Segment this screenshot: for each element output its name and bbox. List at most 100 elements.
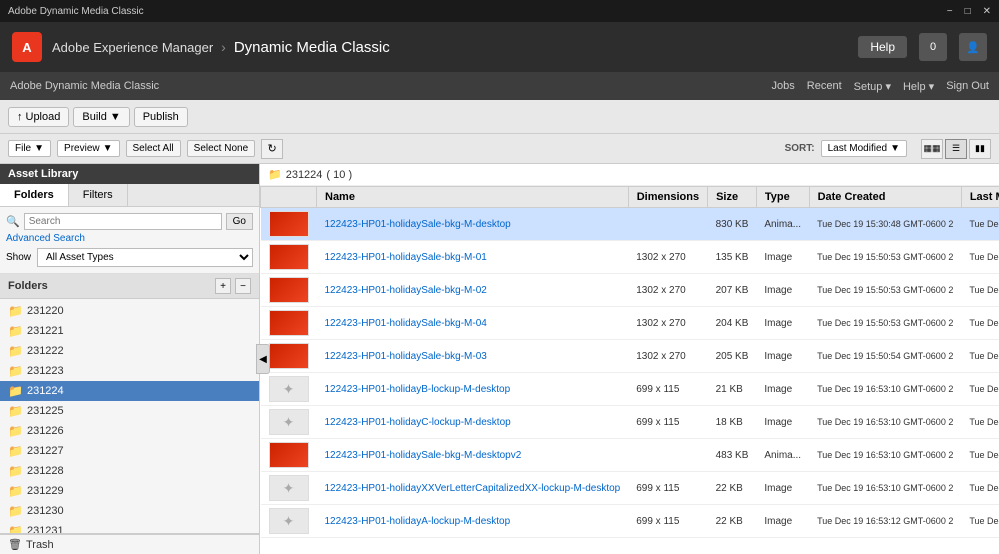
col-date-created[interactable]: Date Created <box>809 187 961 208</box>
asset-name[interactable]: 122423-HP01-holidaySale-bkg-M-desktopv2 <box>317 439 629 472</box>
asset-name[interactable]: 122423-HP01-holidaySale-bkg-M-03 <box>317 340 629 373</box>
table-row[interactable]: ✦122423-HP01-holidayB-lockup-M-desktop69… <box>261 373 999 406</box>
minimize-btn[interactable]: − <box>947 6 953 17</box>
sort-dropdown[interactable]: Last Modified ▼ <box>821 140 907 157</box>
asset-type-dropdown[interactable]: All Asset Types <box>37 248 253 267</box>
folder-item-231228[interactable]: 📁 231228 <box>0 461 259 481</box>
add-folder-btn[interactable]: + <box>215 278 231 294</box>
asset-name[interactable]: 122423-HP01-holidaySale-bkg-M-01 <box>317 241 629 274</box>
folder-item-231231[interactable]: 📁 231231 <box>0 521 259 533</box>
folder-item-231220[interactable]: 📁 231220 <box>0 301 259 321</box>
folder-name: 231228 <box>27 465 64 477</box>
asset-name[interactable]: 122423-HP01-holidayXXVerLetterCapitalize… <box>317 472 629 505</box>
nav-setup[interactable]: Setup ▾ <box>854 80 891 93</box>
list-view-btn[interactable]: ☰ <box>945 139 967 159</box>
upload-button[interactable]: ↑ Upload <box>8 107 69 127</box>
asset-name-link[interactable]: 122423-HP01-holidaySale-bkg-M-02 <box>325 285 487 296</box>
col-type[interactable]: Type <box>756 187 809 208</box>
folder-icon: 📁 <box>8 384 23 398</box>
col-last-modified[interactable]: Last Modified <box>961 187 999 208</box>
grid-view-btn[interactable]: ▦▦ <box>921 139 943 159</box>
breadcrumb-first[interactable]: Adobe Experience Manager <box>52 40 213 55</box>
col-dimensions[interactable]: Dimensions <box>628 187 707 208</box>
file-dropdown[interactable]: File ▼ <box>8 140 51 157</box>
table-row[interactable]: 122423-HP01-holidaySale-bkg-M-041302 x 2… <box>261 307 999 340</box>
asset-name-link[interactable]: 122423-HP01-holidayB-lockup-M-desktop <box>325 384 511 395</box>
asset-name-link[interactable]: 122423-HP01-holidaySale-bkg-M-03 <box>325 351 487 362</box>
select-none-button[interactable]: Select None <box>187 140 255 157</box>
tab-folders[interactable]: Folders <box>0 184 69 206</box>
trash-icon: 🗑 <box>8 538 22 551</box>
build-button[interactable]: Build ▼ <box>73 107 129 127</box>
asset-name-link[interactable]: 122423-HP01-holidayXXVerLetterCapitalize… <box>325 483 621 494</box>
asset-size: 135 KB <box>708 241 757 274</box>
folder-item-231221[interactable]: 📁 231221 <box>0 321 259 341</box>
folder-item-231223[interactable]: 📁 231223 <box>0 361 259 381</box>
help-button[interactable]: Help <box>858 36 907 58</box>
table-row[interactable]: ✦122423-HP01-holidayC-lockup-M-desktop69… <box>261 406 999 439</box>
nav-signout[interactable]: Sign Out <box>946 80 989 93</box>
asset-date-created: Tue Dec 19 16:53:10 GMT-0600 2 <box>809 406 961 439</box>
folder-item-231227[interactable]: 📁 231227 <box>0 441 259 461</box>
folder-item-231226[interactable]: 📁 231226 <box>0 421 259 441</box>
search-icon: 🔍 <box>6 215 20 228</box>
asset-name-link[interactable]: 122423-HP01-holidaySale-bkg-M-01 <box>325 252 487 263</box>
sidebar-footer: 🗑 Trash <box>0 533 259 554</box>
search-input[interactable] <box>29 216 217 227</box>
search-go-button[interactable]: Go <box>226 213 253 230</box>
asset-date-created: Tue Dec 19 16:53:10 GMT-0600 2 <box>809 439 961 472</box>
nav-recent[interactable]: Recent <box>807 80 842 93</box>
trash-item[interactable]: 🗑 Trash <box>0 534 259 554</box>
asset-thumb-cell <box>261 439 317 472</box>
table-row[interactable]: 122423-HP01-holidaySale-bkg-M-031302 x 2… <box>261 340 999 373</box>
advanced-search-link[interactable]: Advanced Search <box>6 230 253 244</box>
asset-name[interactable]: 122423-HP01-holidaySale-bkg-M-02 <box>317 274 629 307</box>
asset-name-link[interactable]: 122423-HP01-holidaySale-bkg-M-04 <box>325 318 487 329</box>
sidebar-collapse-btn[interactable]: ◀ <box>256 344 270 374</box>
col-name[interactable]: Name <box>317 187 629 208</box>
folder-item-231224[interactable]: 📁 231224 <box>0 381 259 401</box>
folder-name: 231224 <box>27 385 64 397</box>
col-size[interactable]: Size <box>708 187 757 208</box>
folder-name: 231225 <box>27 405 64 417</box>
asset-name[interactable]: 122423-HP01-holidaySale-bkg-M-04 <box>317 307 629 340</box>
select-all-button[interactable]: Select All <box>126 140 181 157</box>
asset-name[interactable]: 122423-HP01-holidaySale-bkg-M-desktop <box>317 208 629 241</box>
folder-item-231230[interactable]: 📁 231230 <box>0 501 259 521</box>
nav-help[interactable]: Help ▾ <box>903 80 934 93</box>
asset-name-link[interactable]: 122423-HP01-holidaySale-bkg-M-desktopv2 <box>325 450 522 461</box>
table-row[interactable]: 122423-HP01-holidaySale-bkg-M-desktop 830… <box>261 208 999 241</box>
table-row[interactable]: ✦122423-HP01-holidayXXVerLetterCapitaliz… <box>261 472 999 505</box>
asset-name-link[interactable]: 122423-HP01-holidaySale-bkg-M-desktop <box>325 219 511 230</box>
asset-size: 830 KB <box>708 208 757 241</box>
refresh-button[interactable]: ↻ <box>261 139 283 159</box>
restore-btn[interactable]: □ <box>965 6 971 17</box>
preview-dropdown[interactable]: Preview ▼ <box>57 140 119 157</box>
asset-last-modified: Tue Dec 19 15:50:53 GMT-0600 2023 <box>961 307 999 340</box>
notification-icon[interactable]: 0 <box>919 33 947 61</box>
asset-size: 207 KB <box>708 274 757 307</box>
remove-folder-btn[interactable]: − <box>235 278 251 294</box>
nav-jobs[interactable]: Jobs <box>772 80 795 93</box>
folder-item-231225[interactable]: 📁 231225 <box>0 401 259 421</box>
asset-thumb-cell: ✦ <box>261 373 317 406</box>
folder-item-231222[interactable]: 📁 231222 <box>0 341 259 361</box>
user-icon[interactable]: 👤 <box>959 33 987 61</box>
folder-item-231229[interactable]: 📁 231229 <box>0 481 259 501</box>
asset-name[interactable]: 122423-HP01-holidayA-lockup-M-desktop <box>317 505 629 538</box>
asset-name-link[interactable]: 122423-HP01-holidayA-lockup-M-desktop <box>325 516 511 527</box>
window-controls: − □ ✕ <box>947 6 991 17</box>
sort-value: Last Modified <box>828 143 887 154</box>
tab-filters[interactable]: Filters <box>69 184 128 206</box>
asset-name[interactable]: 122423-HP01-holidayB-lockup-M-desktop <box>317 373 629 406</box>
sort-label: SORT: <box>785 143 815 154</box>
table-row[interactable]: 122423-HP01-holidaySale-bkg-M-021302 x 2… <box>261 274 999 307</box>
asset-name-link[interactable]: 122423-HP01-holidayC-lockup-M-desktop <box>325 417 511 428</box>
table-row[interactable]: ✦122423-HP01-holidayA-lockup-M-desktop69… <box>261 505 999 538</box>
publish-button[interactable]: Publish <box>134 107 188 127</box>
asset-name[interactable]: 122423-HP01-holidayC-lockup-M-desktop <box>317 406 629 439</box>
table-row[interactable]: 122423-HP01-holidaySale-bkg-M-desktopv24… <box>261 439 999 472</box>
detail-view-btn[interactable]: ▮▮ <box>969 139 991 159</box>
table-row[interactable]: 122423-HP01-holidaySale-bkg-M-011302 x 2… <box>261 241 999 274</box>
close-btn[interactable]: ✕ <box>983 6 991 17</box>
